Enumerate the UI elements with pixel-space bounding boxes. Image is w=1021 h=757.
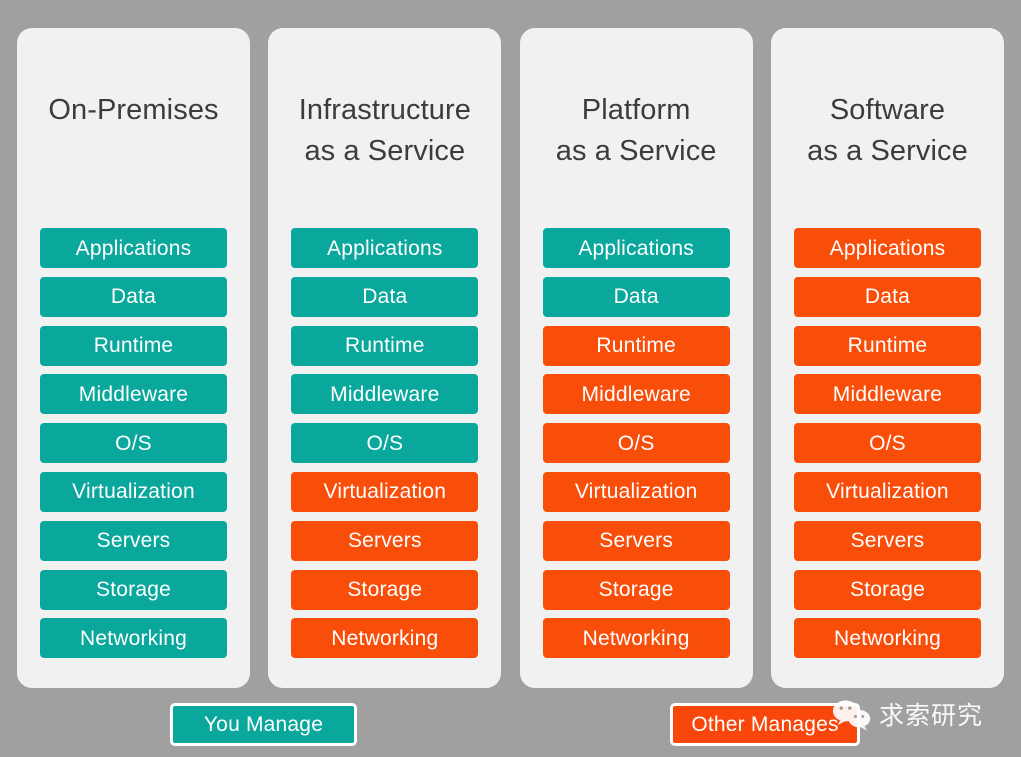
layer-middleware: Middleware [542, 374, 730, 415]
layer-virtualization: Virtualization [542, 471, 730, 512]
layer-applications: Applications [793, 228, 981, 268]
legend-you-manage-label: You Manage [203, 712, 324, 736]
layer-networking: Networking [291, 618, 479, 659]
layer-servers: Servers [291, 520, 479, 561]
layer-servers: Servers [40, 520, 227, 561]
layer-virtualization: Virtualization [291, 471, 479, 512]
layer-storage: Storage [542, 569, 730, 610]
layer-storage: Storage [291, 569, 479, 610]
service-card-infrastructure-as-a-service: Infrastructure as a Service Applications D… [268, 28, 502, 688]
service-card-platform-as-a-service: Platform as a Service Applications Data Run… [519, 28, 753, 688]
layer-runtime: Runtime [542, 325, 730, 366]
layer-o-s: O/S [291, 423, 479, 464]
layer-storage: Storage [793, 569, 981, 610]
service-card-software-as-a-service: Software as a Service Applications Data Run… [770, 28, 1004, 688]
layer-data: Data [542, 276, 730, 317]
legend-other-manages-label: Other Manages [691, 712, 839, 736]
layer-applications: Applications [291, 228, 479, 268]
layer-runtime: Runtime [291, 325, 479, 366]
service-model-columns: On-Premises Applications Data Runtime Middle… [17, 28, 1004, 688]
layer-servers: Servers [793, 520, 981, 561]
layer-data: Data [40, 276, 227, 317]
service-card-title: Software as a Service [807, 94, 968, 167]
service-card-on-premises: On-Premises Applications Data Runtime Middle… [17, 28, 250, 688]
layer-middleware: Middleware [793, 374, 981, 415]
service-card-title: Platform as a Service [555, 94, 717, 167]
layer-networking: Networking [40, 618, 227, 659]
layer-o-s: O/S [793, 423, 981, 464]
service-layer-stack: Applications Data Runtime Middleware O/S Virt… [542, 228, 730, 659]
layer-o-s: O/S [40, 423, 227, 464]
layer-virtualization: Virtualization [40, 471, 227, 512]
service-card-title: Infrastructure as a Service [298, 94, 471, 167]
service-layer-stack: Applications Data Runtime Middleware O/S Virt… [291, 228, 479, 659]
diagram-canvas: On-Premises Applications Data Runtime Middle… [0, 0, 1021, 757]
layer-storage: Storage [40, 569, 227, 610]
layer-data: Data [291, 276, 479, 317]
service-card-title: On-Premises [48, 94, 219, 126]
service-layer-stack: Applications Data Runtime Middleware O/S Virt… [40, 228, 227, 659]
layer-runtime: Runtime [40, 325, 227, 366]
layer-data: Data [793, 276, 981, 317]
layer-virtualization: Virtualization [793, 471, 981, 512]
layer-networking: Networking [542, 618, 730, 659]
watermark: 求索研究 [832, 693, 983, 737]
layer-servers: Servers [542, 520, 730, 561]
watermark-text: 求索研究 [879, 700, 984, 730]
layer-runtime: Runtime [793, 325, 981, 366]
layer-middleware: Middleware [40, 374, 227, 415]
wechat-icon [832, 698, 872, 732]
layer-o-s: O/S [542, 423, 730, 464]
layer-networking: Networking [793, 618, 981, 659]
service-layer-stack: Applications Data Runtime Middleware O/S Virt… [793, 228, 981, 659]
layer-applications: Applications [542, 228, 730, 268]
legend-you-manage: You Manage [170, 703, 357, 746]
layer-middleware: Middleware [291, 374, 479, 415]
layer-applications: Applications [40, 228, 227, 268]
